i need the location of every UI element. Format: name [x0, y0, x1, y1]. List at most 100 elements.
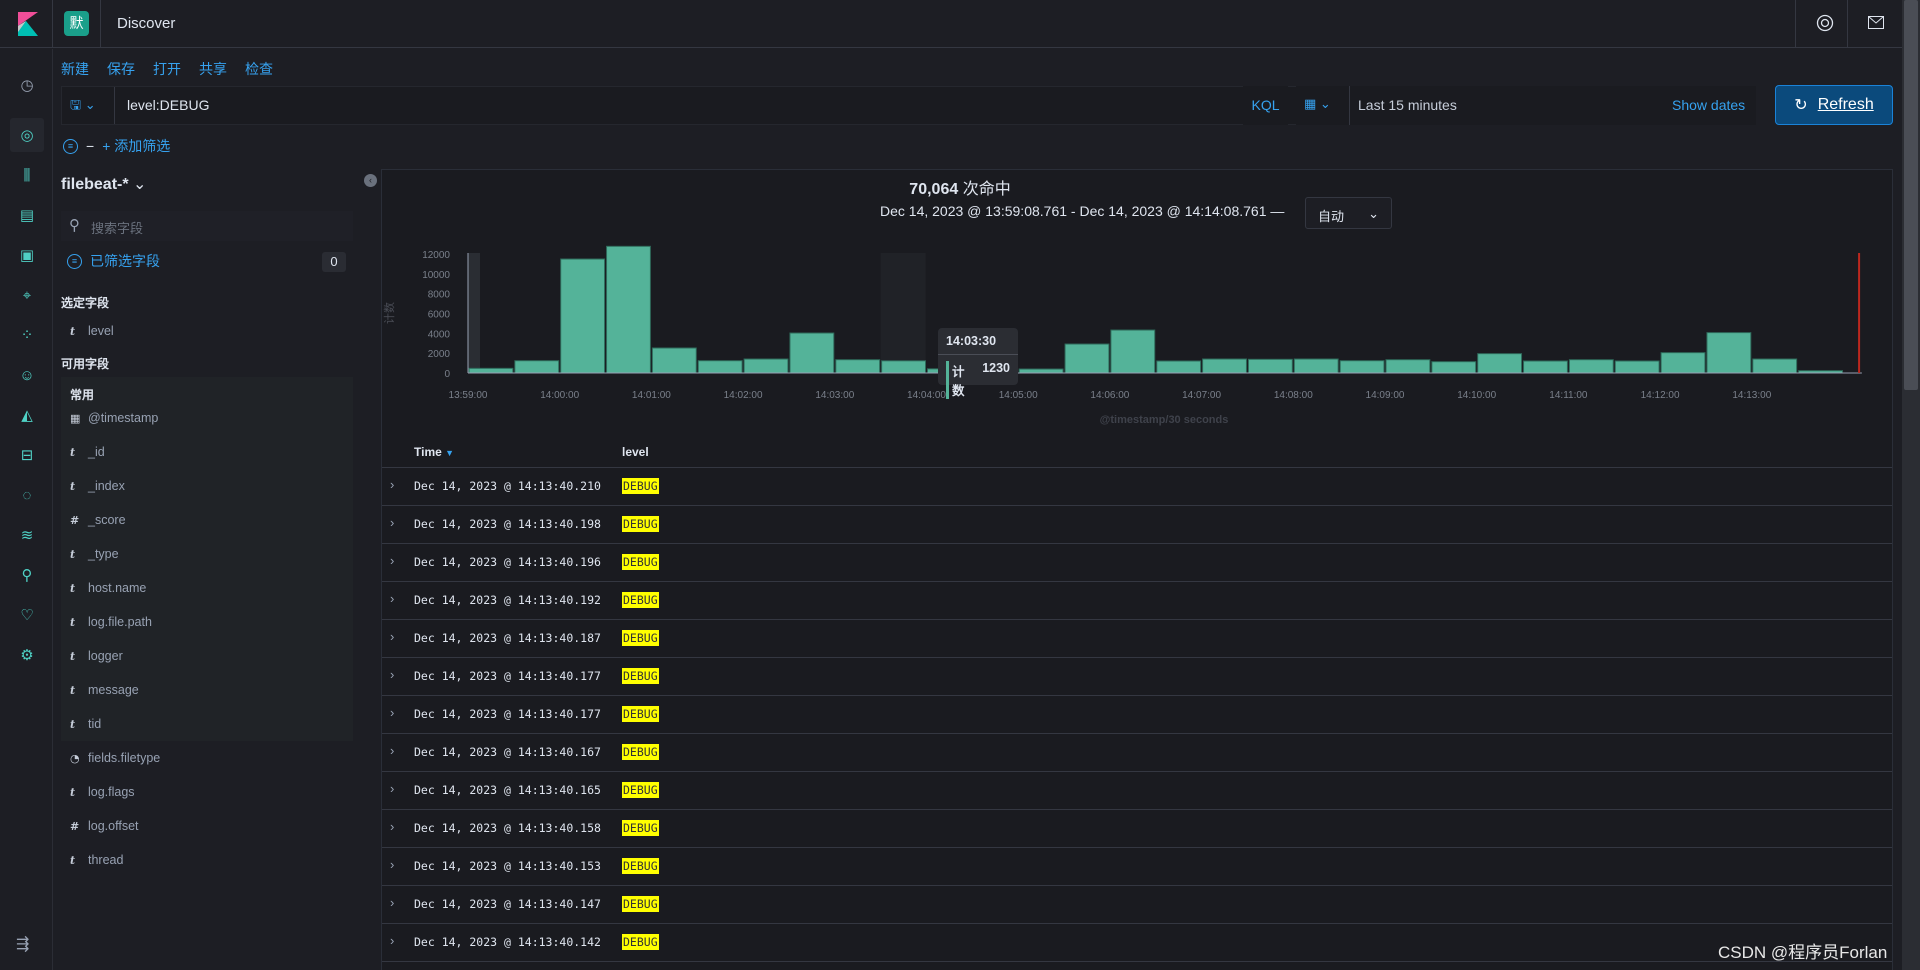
x-tick-label: 14:12:00 [1641, 390, 1680, 401]
x-tick-label: 14:13:00 [1732, 390, 1771, 401]
field-item[interactable]: t log.file.path [70, 615, 152, 629]
saved-query-icon[interactable]: 🖫 ⌄ [70, 96, 96, 118]
table-row[interactable]: › Dec 14, 2023 @ 14:13:40.210 DEBUG [382, 468, 1892, 506]
tooltip-value: 1230 [982, 361, 1010, 375]
menu-save[interactable]: 保存 [107, 59, 135, 79]
space-badge[interactable]: 默 [64, 11, 89, 36]
expand-row-icon[interactable]: › [390, 857, 394, 872]
expand-row-icon[interactable]: › [390, 667, 394, 682]
query-input[interactable]: level:DEBUG [127, 97, 209, 113]
table-row[interactable]: › Dec 14, 2023 @ 14:13:40.165 DEBUG [382, 772, 1892, 810]
column-level[interactable]: level [622, 445, 649, 459]
field-item[interactable]: t level [70, 324, 114, 338]
scrollbar-thumb[interactable] [1904, 0, 1918, 390]
common-fields-title: 常用 [70, 388, 95, 402]
expand-row-icon[interactable]: › [390, 781, 394, 796]
field-item[interactable]: t logger [70, 649, 123, 663]
field-item[interactable]: # _score [70, 513, 126, 527]
field-item[interactable]: t _type [70, 547, 119, 561]
filter-icon[interactable]: ≡ [63, 138, 78, 154]
clock-icon[interactable]: ◷ [16, 74, 38, 96]
table-row[interactable]: › Dec 14, 2023 @ 14:13:40.142 DEBUG [382, 924, 1892, 962]
expand-row-icon[interactable]: › [390, 895, 394, 910]
y-tick-label: 4000 [428, 329, 451, 340]
filtered-fields-count: 0 [322, 252, 346, 272]
field-item[interactable]: ◔ fields.filetype [70, 751, 160, 765]
menu-open[interactable]: 打开 [153, 59, 181, 79]
filtered-fields-toggle[interactable]: ≡ 已筛选字段 [67, 251, 160, 271]
field-item[interactable]: ▦ @timestamp [70, 411, 158, 425]
expand-row-icon[interactable]: › [390, 553, 394, 568]
mail-icon[interactable] [1868, 16, 1884, 29]
expand-row-icon[interactable]: › [390, 933, 394, 948]
table-row[interactable]: › Dec 14, 2023 @ 14:13:40.192 DEBUG [382, 582, 1892, 620]
field-item[interactable]: t log.flags [70, 785, 135, 799]
table-row[interactable]: › Dec 14, 2023 @ 14:13:40.158 DEBUG [382, 810, 1892, 848]
expand-row-icon[interactable]: › [390, 515, 394, 530]
table-row[interactable]: › Dec 14, 2023 @ 14:13:40.177 DEBUG [382, 696, 1892, 734]
expand-row-icon[interactable]: › [390, 629, 394, 644]
menu-inspect[interactable]: 检查 [245, 59, 273, 79]
table-row[interactable]: › Dec 14, 2023 @ 14:13:40.198 DEBUG [382, 506, 1892, 544]
apm-icon[interactable]: ≋ [16, 524, 38, 546]
watermark: CSDN @程序员Forlan [1718, 943, 1888, 962]
table-row[interactable]: › Dec 14, 2023 @ 14:13:40.187 DEBUG [382, 620, 1892, 658]
logs-icon[interactable]: ⊟ [16, 444, 38, 466]
add-filter-button[interactable]: + 添加筛选 [102, 136, 170, 156]
interval-select[interactable]: 自动 ⌄ [1305, 197, 1392, 229]
calendar-icon[interactable]: ▦ ⌄ [1304, 96, 1331, 112]
uptime-icon[interactable]: ◌ [16, 484, 38, 506]
kibana-logo[interactable] [18, 12, 38, 36]
field-item[interactable]: t thread [70, 853, 123, 867]
kql-toggle[interactable]: KQL [1243, 86, 1288, 125]
maps-icon[interactable]: ⌖ [16, 284, 38, 306]
users-icon[interactable]: ☺ [16, 364, 38, 386]
dashboard-icon[interactable]: ▤ [16, 204, 38, 226]
menu-new[interactable]: 新建 [61, 59, 89, 79]
row-level: DEBUG [622, 782, 659, 798]
histogram-chart[interactable]: 0 2000 4000 6000 8000 10000 12000 13:59:00 14:00… [381, 240, 1893, 440]
field-item[interactable]: t tid [70, 717, 101, 731]
string-type-icon: t [70, 785, 76, 799]
date-picker[interactable]: ▦ ⌄ Last 15 minutes Show dates [1296, 86, 1756, 125]
expand-row-icon[interactable]: › [390, 705, 394, 720]
table-row[interactable]: › Dec 14, 2023 @ 14:13:40.167 DEBUG [382, 734, 1892, 772]
string-type-icon: t [70, 853, 76, 867]
management-icon[interactable]: ⚙ [16, 644, 38, 666]
table-row[interactable]: › Dec 14, 2023 @ 14:13:40.177 DEBUG [382, 658, 1892, 696]
field-item[interactable]: t _id [70, 445, 105, 459]
monitoring-icon[interactable]: ♡ [16, 604, 38, 626]
show-dates-link[interactable]: Show dates [1672, 97, 1745, 113]
discover-icon[interactable]: ◎ [10, 118, 44, 152]
expand-row-icon[interactable]: › [390, 743, 394, 758]
field-item[interactable]: t message [70, 683, 139, 697]
table-row[interactable]: › Dec 14, 2023 @ 14:13:40.147 DEBUG [382, 886, 1892, 924]
time-range-label[interactable]: Last 15 minutes [1358, 97, 1457, 113]
expand-row-icon[interactable]: › [390, 591, 394, 606]
menu-share[interactable]: 共享 [199, 59, 227, 79]
table-row[interactable]: › Dec 14, 2023 @ 14:13:40.153 DEBUG [382, 848, 1892, 886]
histogram-bar [1523, 360, 1568, 374]
histogram-bar [1339, 360, 1385, 374]
field-item[interactable]: t host.name [70, 581, 146, 595]
field-item[interactable]: # log.offset [70, 819, 139, 833]
field-search-input[interactable]: ⚲ 搜索字段 [61, 211, 353, 241]
row-level: DEBUG [622, 592, 659, 608]
table-row[interactable]: › Dec 14, 2023 @ 14:13:40.196 DEBUG [382, 544, 1892, 582]
refresh-button[interactable]: ↻ Refresh [1775, 85, 1893, 125]
canvas-icon[interactable]: ▣ [16, 244, 38, 266]
query-bar[interactable]: 🖫 ⌄ level:DEBUG [61, 86, 1363, 125]
expand-row-icon[interactable]: › [390, 477, 394, 492]
help-icon[interactable] [1816, 14, 1834, 32]
column-time[interactable]: Time ▼ [414, 445, 454, 459]
expand-row-icon[interactable]: › [390, 819, 394, 834]
field-name: message [88, 683, 139, 697]
dev-tools-icon[interactable]: ⚲ [16, 564, 38, 586]
field-item[interactable]: t _index [70, 479, 125, 493]
x-tick-label: 14:11:00 [1549, 390, 1588, 401]
graph-icon[interactable]: ◭ [16, 404, 38, 426]
row-time: Dec 14, 2023 @ 14:13:40.196 [414, 555, 601, 569]
collapse-nav-icon[interactable]: ⇶ [16, 934, 29, 954]
sort-desc-icon[interactable]: ▼ [445, 448, 454, 458]
ml-icon[interactable]: ⁘ [16, 324, 38, 346]
